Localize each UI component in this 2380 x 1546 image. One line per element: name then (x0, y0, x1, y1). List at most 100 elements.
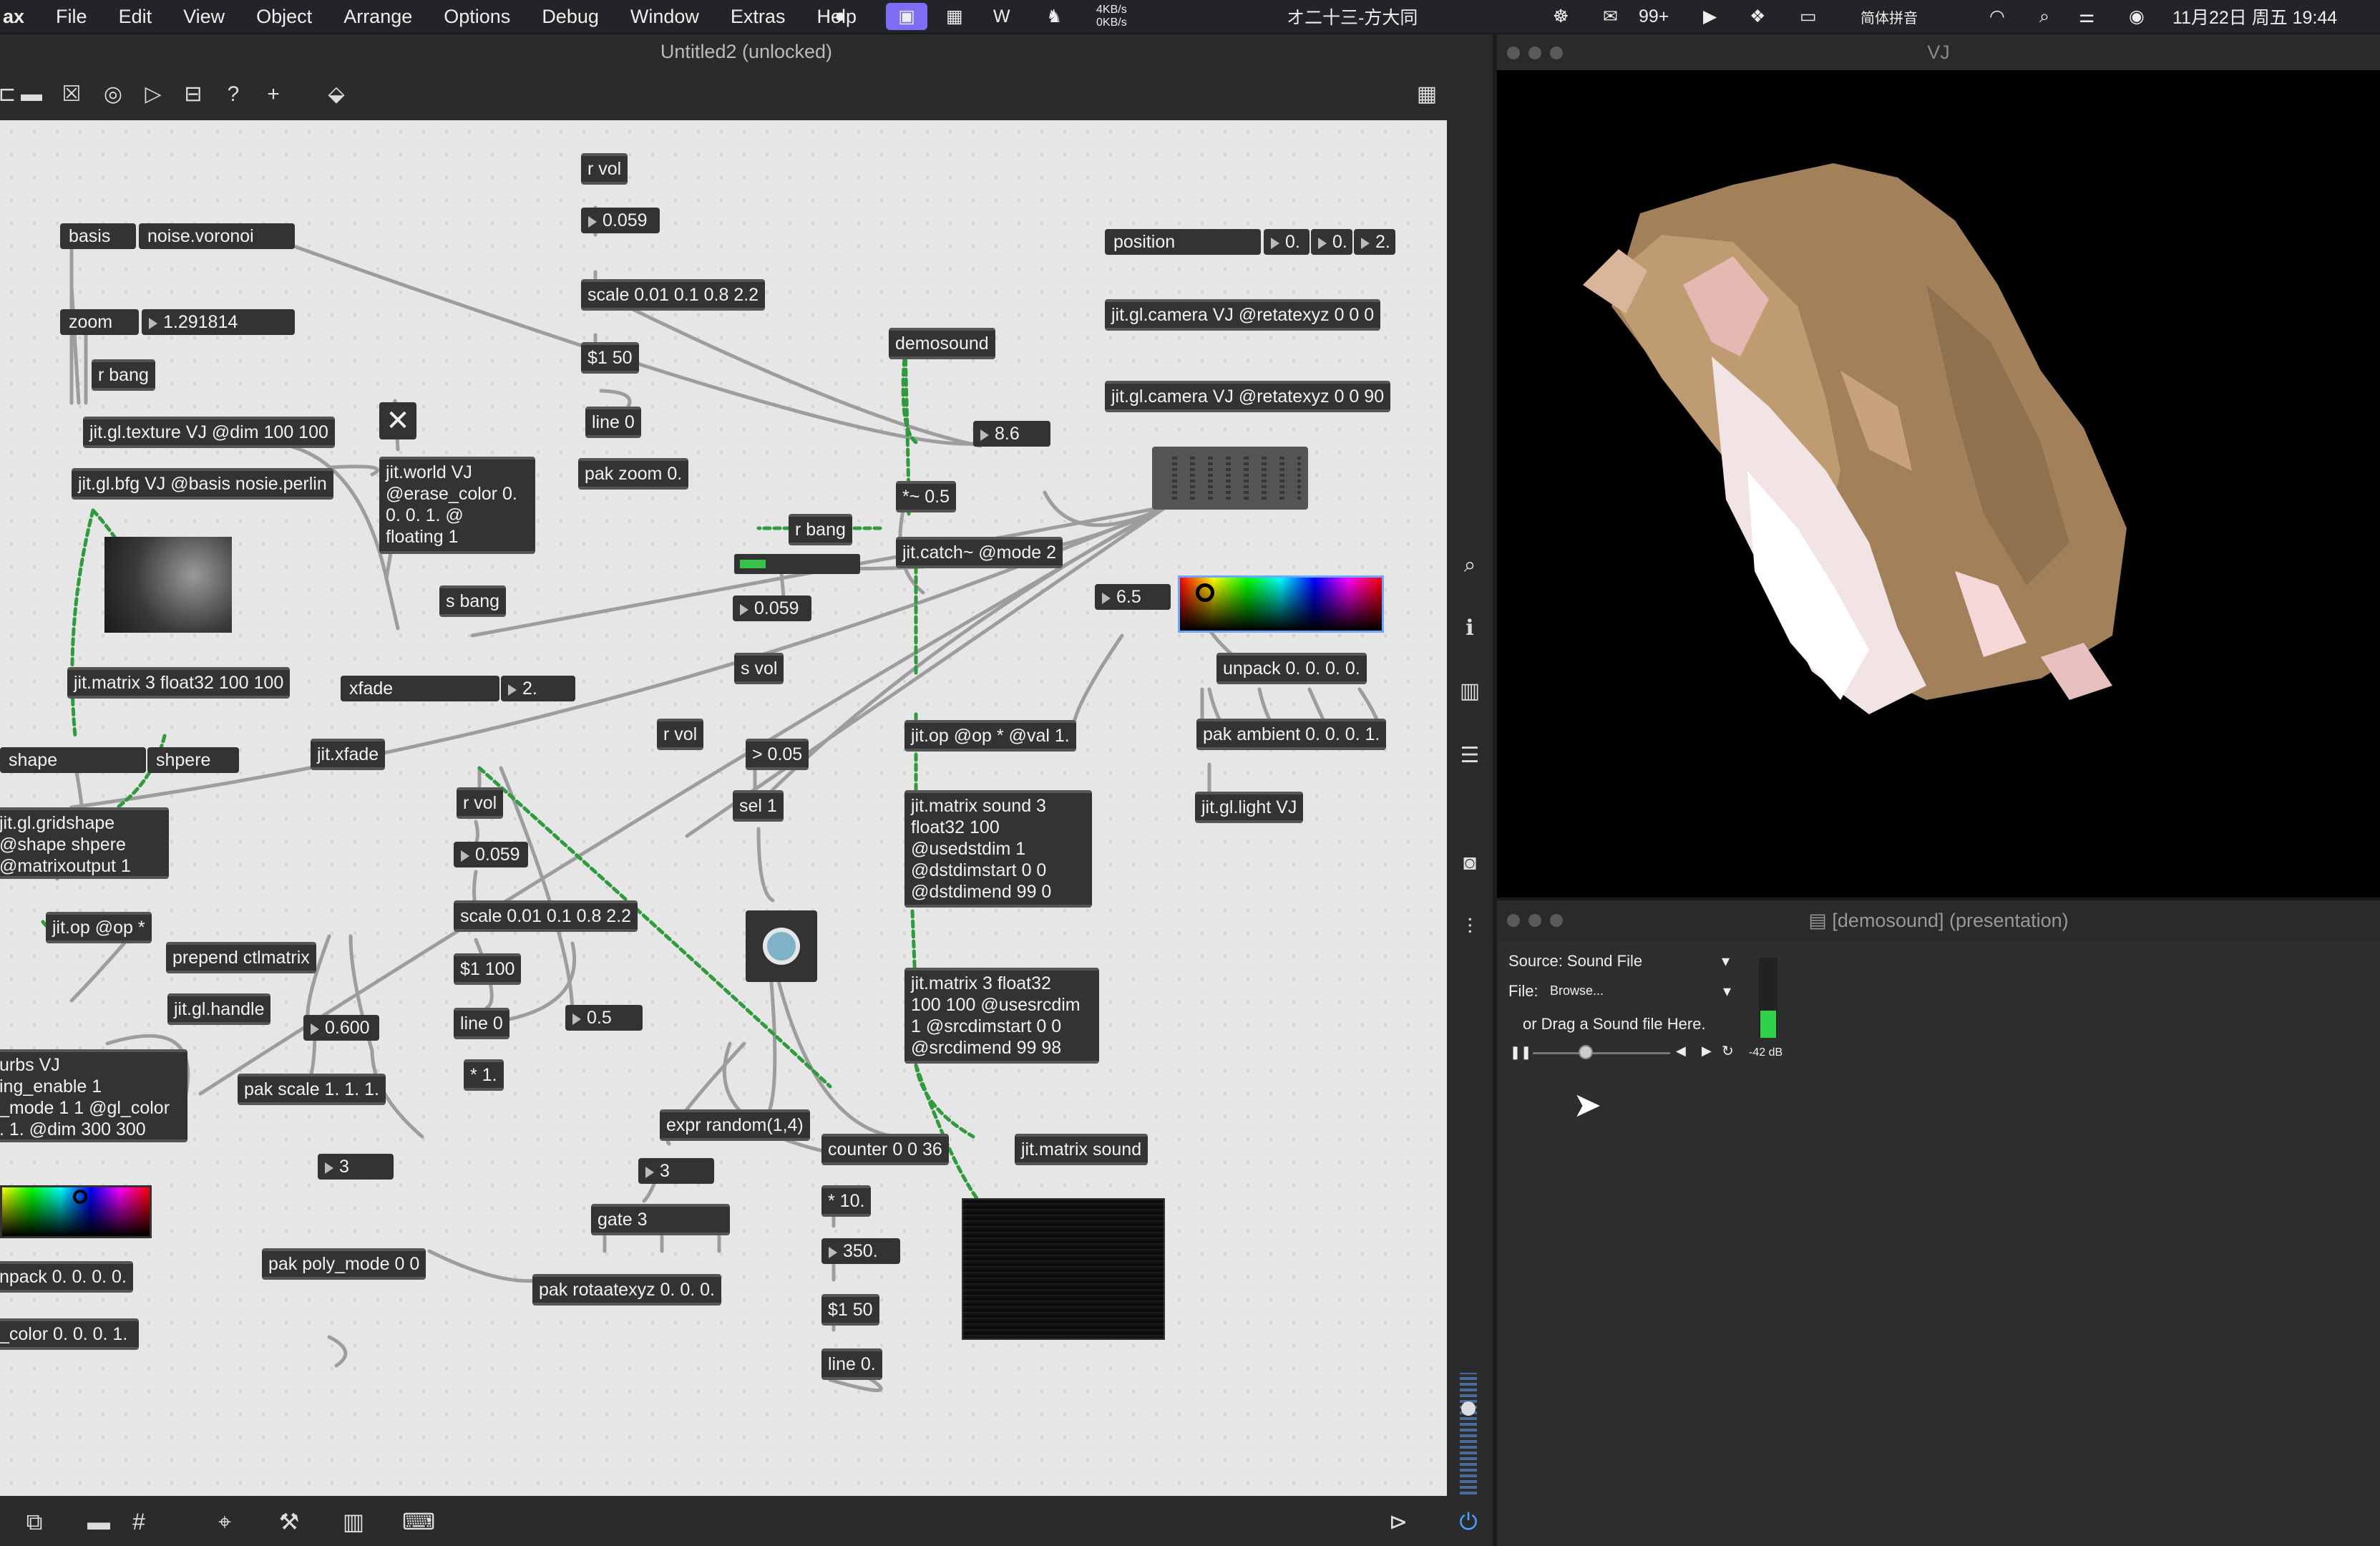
close-button[interactable] (1507, 47, 1520, 59)
xfade-number[interactable]: 2. (501, 676, 575, 701)
bang-button[interactable] (746, 910, 817, 982)
screen-share-icon[interactable]: ▣ (886, 3, 927, 30)
patcher-canvas[interactable]: basis noise.voronoi zoom 1.291814 r bang… (0, 120, 1447, 1496)
menu-debug[interactable]: Debug (542, 6, 599, 28)
expr-random-object[interactable]: expr random(1,4) (660, 1109, 810, 1141)
jit-xfade-object[interactable]: jit.xfade (311, 739, 386, 770)
calendar-icon[interactable]: ▦ (946, 0, 963, 33)
record-icon[interactable]: ⏺ (836, 0, 845, 33)
pak-rotatexyz-object[interactable]: pak rotaatexyz 0. 0. 0. (532, 1274, 721, 1306)
menu-file[interactable]: File (56, 6, 87, 28)
pak-ambient-object[interactable]: pak ambient 0. 0. 0. 1. (1196, 719, 1387, 750)
s-bang-object[interactable]: s bang (439, 585, 507, 617)
basis-menu[interactable]: noise.voronoi (139, 223, 295, 249)
menu-options[interactable]: Options (444, 6, 510, 28)
toggle-icon[interactable]: ☒ (59, 82, 84, 107)
msg-1-50[interactable]: $1 50 (581, 342, 639, 374)
clock[interactable]: 11月22日 周五 19:44 (2172, 0, 2337, 33)
app-menu[interactable]: ax (3, 6, 24, 28)
basis-label[interactable]: basis (60, 223, 136, 249)
jit-catch-object[interactable]: jit.catch~ @mode 2 (896, 537, 1063, 568)
source-select[interactable]: Source: Sound File (1508, 952, 1642, 971)
dial-icon[interactable]: ◎ (100, 82, 126, 107)
scale-object-b[interactable]: scale 0.01 0.1 0.8 2.2 (454, 900, 638, 932)
keyboard-icon[interactable]: ⌨ (402, 1507, 435, 1536)
menu-view[interactable]: View (183, 6, 225, 28)
bars-icon[interactable]: ▥ (339, 1507, 368, 1536)
wechat-icon[interactable]: ✉ (1603, 0, 1618, 33)
r-vol-object-b[interactable]: r vol (457, 787, 504, 819)
search-icon[interactable]: ⌕ (2039, 0, 2049, 33)
list-icon[interactable]: ☰ (1457, 743, 1483, 769)
jit-gl-texture-object[interactable]: jit.gl.texture VJ @dim 100 100 (83, 417, 335, 448)
jit-gl-handle-object[interactable]: jit.gl.handle (167, 993, 271, 1025)
loop-icon[interactable]: ↻ (1722, 1042, 1734, 1060)
r-vol-object-c[interactable]: r vol (657, 719, 704, 750)
help-icon[interactable]: ? (220, 82, 246, 107)
pak-scale-object[interactable]: pak scale 1. 1. 1. (238, 1074, 386, 1105)
power-icon[interactable]: ⏻ (1454, 1507, 1483, 1536)
menu-edit[interactable]: Edit (119, 6, 152, 28)
grid-view-icon[interactable]: ▦ (1414, 82, 1440, 107)
number-65[interactable]: 6.5 (1095, 584, 1171, 610)
reference-icon[interactable]: ▥ (1457, 679, 1483, 704)
wifi-icon[interactable]: ◠ (1989, 0, 2005, 33)
line-0-object-a[interactable]: line 0 (585, 407, 641, 438)
search-icon-sidebar[interactable]: ⌕ (1457, 553, 1483, 578)
zoom-button-demo[interactable] (1550, 914, 1563, 927)
play-icon[interactable]: ▶ (1703, 0, 1717, 33)
line-0-object-b[interactable]: line 0 (454, 1008, 509, 1039)
unpack-left-object[interactable]: npack 0. 0. 0. 0. (0, 1261, 133, 1293)
comment-icon[interactable]: ▬ (19, 82, 44, 107)
close-button-demo[interactable] (1507, 914, 1520, 927)
number-3-center[interactable]: 3 (638, 1158, 714, 1184)
greater-than-object[interactable]: > 0.05 (746, 739, 809, 770)
layers-icon[interactable]: ⧉ (20, 1507, 49, 1536)
mixer-icon[interactable]: ⫶ (1457, 915, 1483, 940)
wrench-icon[interactable]: ⚒ (275, 1507, 303, 1536)
number-86[interactable]: 8.6 (973, 421, 1050, 447)
zoom-number[interactable]: 1.291814 (142, 309, 295, 335)
scale-object-a[interactable]: scale 0.01 0.1 0.8 2.2 (581, 279, 766, 311)
menu-extras[interactable]: Extras (731, 6, 786, 28)
shape-menu[interactable]: shpere (147, 747, 239, 773)
gate-3-object[interactable]: gate 3 (591, 1204, 730, 1235)
menu-window[interactable]: Window (630, 6, 699, 28)
jit-gl-nurbs-object[interactable]: urbs VJ ing_enable 1 _mode 1 1 @gl_color… (0, 1049, 187, 1142)
toggle-x-icon[interactable]: ✕ (379, 402, 416, 439)
shape-label[interactable]: shape (0, 747, 146, 773)
panel-icon[interactable]: ⊟ (180, 82, 206, 107)
word-icon[interactable]: W (993, 0, 1010, 33)
jit-op-object[interactable]: jit.op @op * (46, 912, 152, 943)
xfade-label[interactable]: xfade (341, 676, 499, 701)
r-bang-object[interactable]: r bang (92, 359, 155, 391)
minimize-button-demo[interactable] (1528, 914, 1541, 927)
snap-icon[interactable]: ⌖ (210, 1507, 239, 1536)
multiply-signal-object[interactable]: *~ 0.5 (896, 481, 957, 512)
msg-1-100[interactable]: $1 100 (454, 953, 522, 985)
camera-icon[interactable]: ◙ (1457, 850, 1483, 876)
zoom-button[interactable] (1550, 47, 1563, 59)
jit-gl-camera-object-b[interactable]: jit.gl.camera VJ @retatexyz 0 0 90 (1105, 381, 1391, 412)
position-label[interactable]: position (1105, 229, 1261, 255)
menu-arrange[interactable]: Arrange (343, 6, 412, 28)
r-vol-object-top[interactable]: r vol (581, 153, 628, 185)
color-swatch-right[interactable] (1178, 575, 1384, 633)
file-dropdown-icon[interactable]: ▾ (1723, 982, 1731, 1001)
pak-zoom-object[interactable]: pak zoom 0. (578, 458, 689, 490)
add-icon[interactable]: + (260, 82, 286, 107)
multiply-10-object[interactable]: * 10. (821, 1185, 872, 1217)
number-05[interactable]: 0.5 (565, 1005, 643, 1031)
number-350[interactable]: 350. (821, 1238, 900, 1264)
object-tool-icon[interactable]: ⊏ (0, 82, 20, 107)
line-0-object-c[interactable]: line 0. (821, 1348, 882, 1380)
share-icon[interactable]: ❖ (1750, 0, 1765, 33)
siri-icon[interactable]: ◉ (2129, 0, 2145, 33)
jit-gl-camera-object-a[interactable]: jit.gl.camera VJ @retatexyz 0 0 0 (1105, 299, 1381, 331)
jit-world-object[interactable]: jit.world VJ @erase_color 0. 0. 0. 1. @ … (379, 457, 535, 554)
input-method[interactable]: 简体拼音 (1860, 0, 1918, 33)
play-box-icon[interactable]: ▷ (140, 82, 166, 107)
jit-matrix-object[interactable]: jit.matrix 3 float32 100 100 (67, 667, 291, 699)
zoom-label[interactable]: zoom (60, 309, 139, 335)
jit-matrix-srcdim-object[interactable]: jit.matrix 3 float32 100 100 @usesrcdim … (904, 968, 1099, 1064)
